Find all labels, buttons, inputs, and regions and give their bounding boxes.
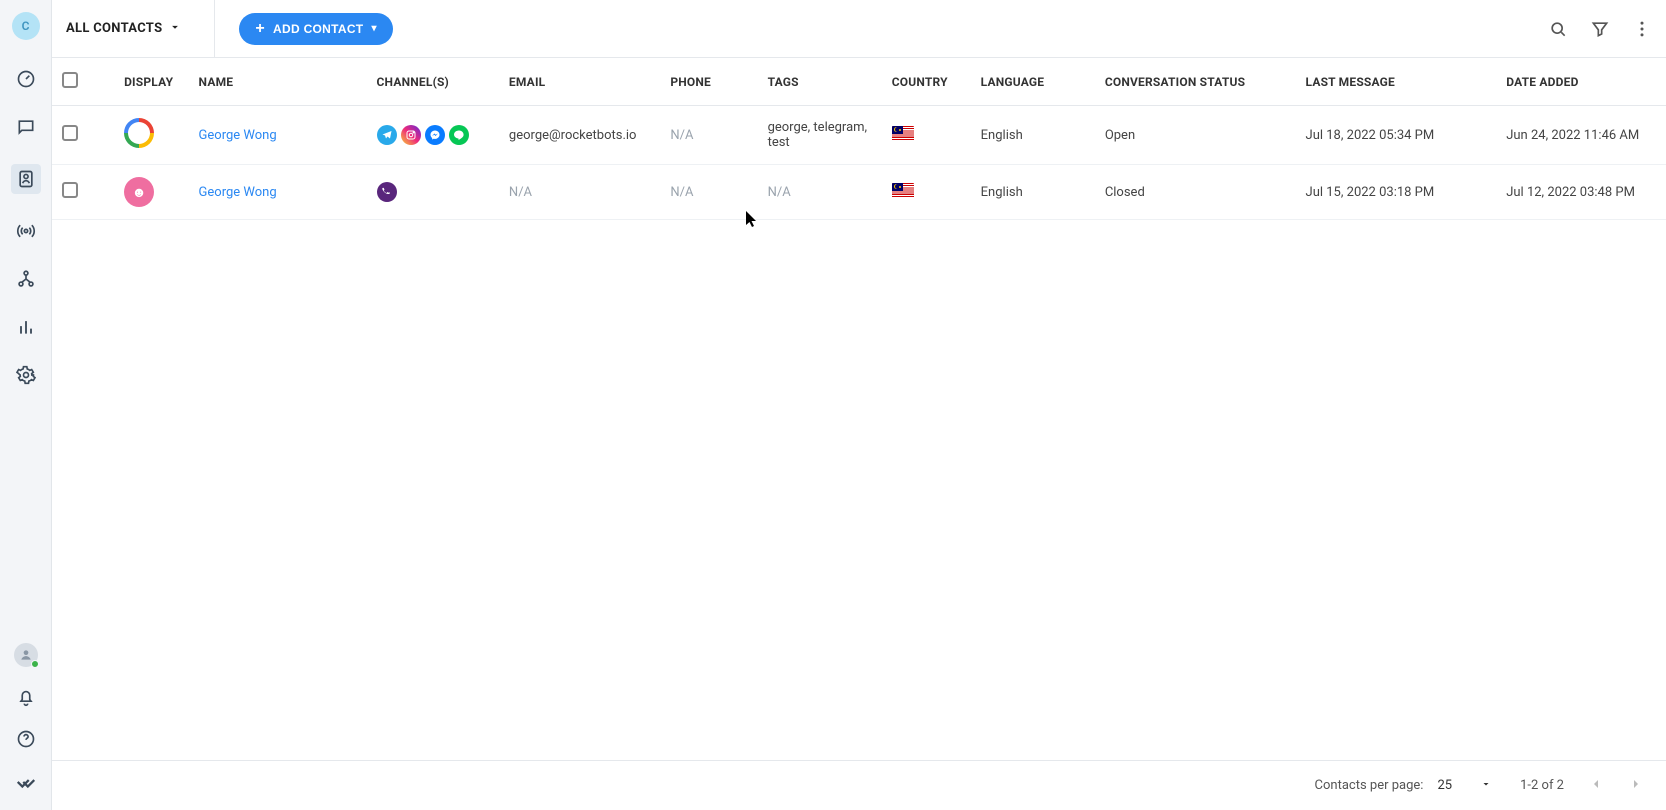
contacts-table-wrapper: DISPLAY NAME CHANNEL(S) EMAIL PHONE TAGS… [52,58,1666,760]
segment-title: ALL CONTACTS [66,21,162,36]
contact-tags: N/A [768,185,791,200]
contact-avatar: ☻ [124,177,154,207]
broadcast-icon[interactable] [15,220,37,242]
sidebar: C [0,0,52,810]
user-presence-icon[interactable] [15,644,37,666]
per-page-value: 25 [1437,778,1452,793]
contact-phone: N/A [670,185,693,200]
channel-viber-icon [377,182,397,202]
col-select [52,58,114,106]
channel-messenger-icon [425,125,445,145]
col-country[interactable]: COUNTRY [882,58,971,106]
contact-language: English [981,128,1023,143]
sort-icon [1399,76,1411,88]
main: ALL CONTACTS + ADD CONTACT ▾ [52,0,1666,810]
page-range: 1-2 of 2 [1520,778,1564,793]
contact-email: N/A [509,185,532,200]
flag-my [892,183,914,198]
col-phone[interactable]: PHONE [660,58,757,106]
dashboard-icon[interactable] [15,68,37,90]
topbar: ALL CONTACTS + ADD CONTACT ▾ [52,0,1666,58]
date-added: Jul 12, 2022 03:48 PM [1506,185,1635,200]
workspace-avatar[interactable]: C [12,12,40,40]
help-icon[interactable] [15,728,37,750]
channel-list [377,182,489,202]
search-icon[interactable] [1548,19,1568,39]
table-header-row: DISPLAY NAME CHANNEL(S) EMAIL PHONE TAGS… [52,58,1666,106]
conversation-status: Closed [1105,185,1145,200]
col-tags[interactable]: TAGS [758,58,882,106]
sort-icon [237,76,249,88]
col-name[interactable]: NAME [189,58,367,106]
workflows-icon[interactable] [15,268,37,290]
sort-icon [715,76,727,88]
notifications-icon[interactable] [15,686,37,708]
contact-avatar [124,118,154,148]
sidebar-nav-top [11,68,41,386]
topbar-divider [214,0,215,58]
plus-icon: + [255,21,265,37]
settings-icon[interactable] [15,364,37,386]
select-all-checkbox[interactable] [62,72,78,88]
pagination: 1-2 of 2 [1520,776,1644,796]
last-message-time: Jul 18, 2022 05:34 PM [1306,128,1435,143]
filter-icon[interactable] [1590,19,1610,39]
contact-email: george@rocketbots.io [509,128,637,143]
more-menu-icon[interactable] [1632,19,1652,39]
contact-phone: N/A [670,128,693,143]
add-contact-button[interactable]: + ADD CONTACT ▾ [239,13,392,45]
chevron-down-icon [1480,778,1492,794]
per-page-label: Contacts per page: [1315,778,1424,793]
conversation-status: Open [1105,128,1135,143]
topbar-actions [1548,19,1652,39]
table-footer: Contacts per page: 25 1-2 of 2 [52,760,1666,810]
chevron-down-icon [168,20,182,38]
contacts-table: DISPLAY NAME CHANNEL(S) EMAIL PHONE TAGS… [52,58,1666,220]
col-email[interactable]: EMAIL [499,58,660,106]
sort-icon [1048,76,1060,88]
brand-check-icon[interactable] [15,770,37,792]
prev-page-button[interactable] [1588,776,1604,796]
contact-name-link[interactable]: George Wong [199,185,277,200]
col-language[interactable]: LANGUAGE [971,58,1095,106]
sort-icon [1583,76,1595,88]
date-added: Jun 24, 2022 11:46 AM [1506,128,1639,143]
col-display[interactable]: DISPLAY [114,58,188,106]
reports-icon[interactable] [15,316,37,338]
sidebar-nav-bottom [15,644,37,810]
table-row[interactable]: George Wong george@rocketbots.io N/A george… [52,106,1666,165]
chevron-down-icon: ▾ [371,23,376,34]
next-page-button[interactable] [1628,776,1644,796]
sort-icon [1249,76,1261,88]
contacts-segment-dropdown[interactable]: ALL CONTACTS [66,20,182,38]
channel-line-icon [449,125,469,145]
contact-name-link[interactable]: George Wong [199,128,277,143]
workspace-initial: C [22,19,30,33]
col-conversation-status[interactable]: CONVERSATION STATUS [1095,58,1296,106]
channel-list [377,125,489,145]
per-page-select[interactable]: 25 [1437,778,1492,794]
add-contact-label: ADD CONTACT [273,22,363,36]
col-date-added[interactable]: DATE ADDED [1496,58,1666,106]
last-message-time: Jul 15, 2022 03:18 PM [1306,185,1435,200]
contacts-icon[interactable] [11,164,41,194]
messages-icon[interactable] [15,116,37,138]
col-channels[interactable]: CHANNEL(S) [367,58,499,106]
per-page-control: Contacts per page: 25 [1315,778,1493,794]
contact-tags: george, telegram, test [768,120,868,150]
table-row[interactable]: ☻ George Wong N/A N/A N/A English Closed Jul 15… [52,165,1666,220]
channel-instagram-icon [401,125,421,145]
flag-my [892,126,914,141]
contact-language: English [981,185,1023,200]
row-select-checkbox[interactable] [62,125,78,141]
channel-telegram-icon [377,125,397,145]
row-select-checkbox[interactable] [62,182,78,198]
col-last-message[interactable]: LAST MESSAGE [1296,58,1497,106]
